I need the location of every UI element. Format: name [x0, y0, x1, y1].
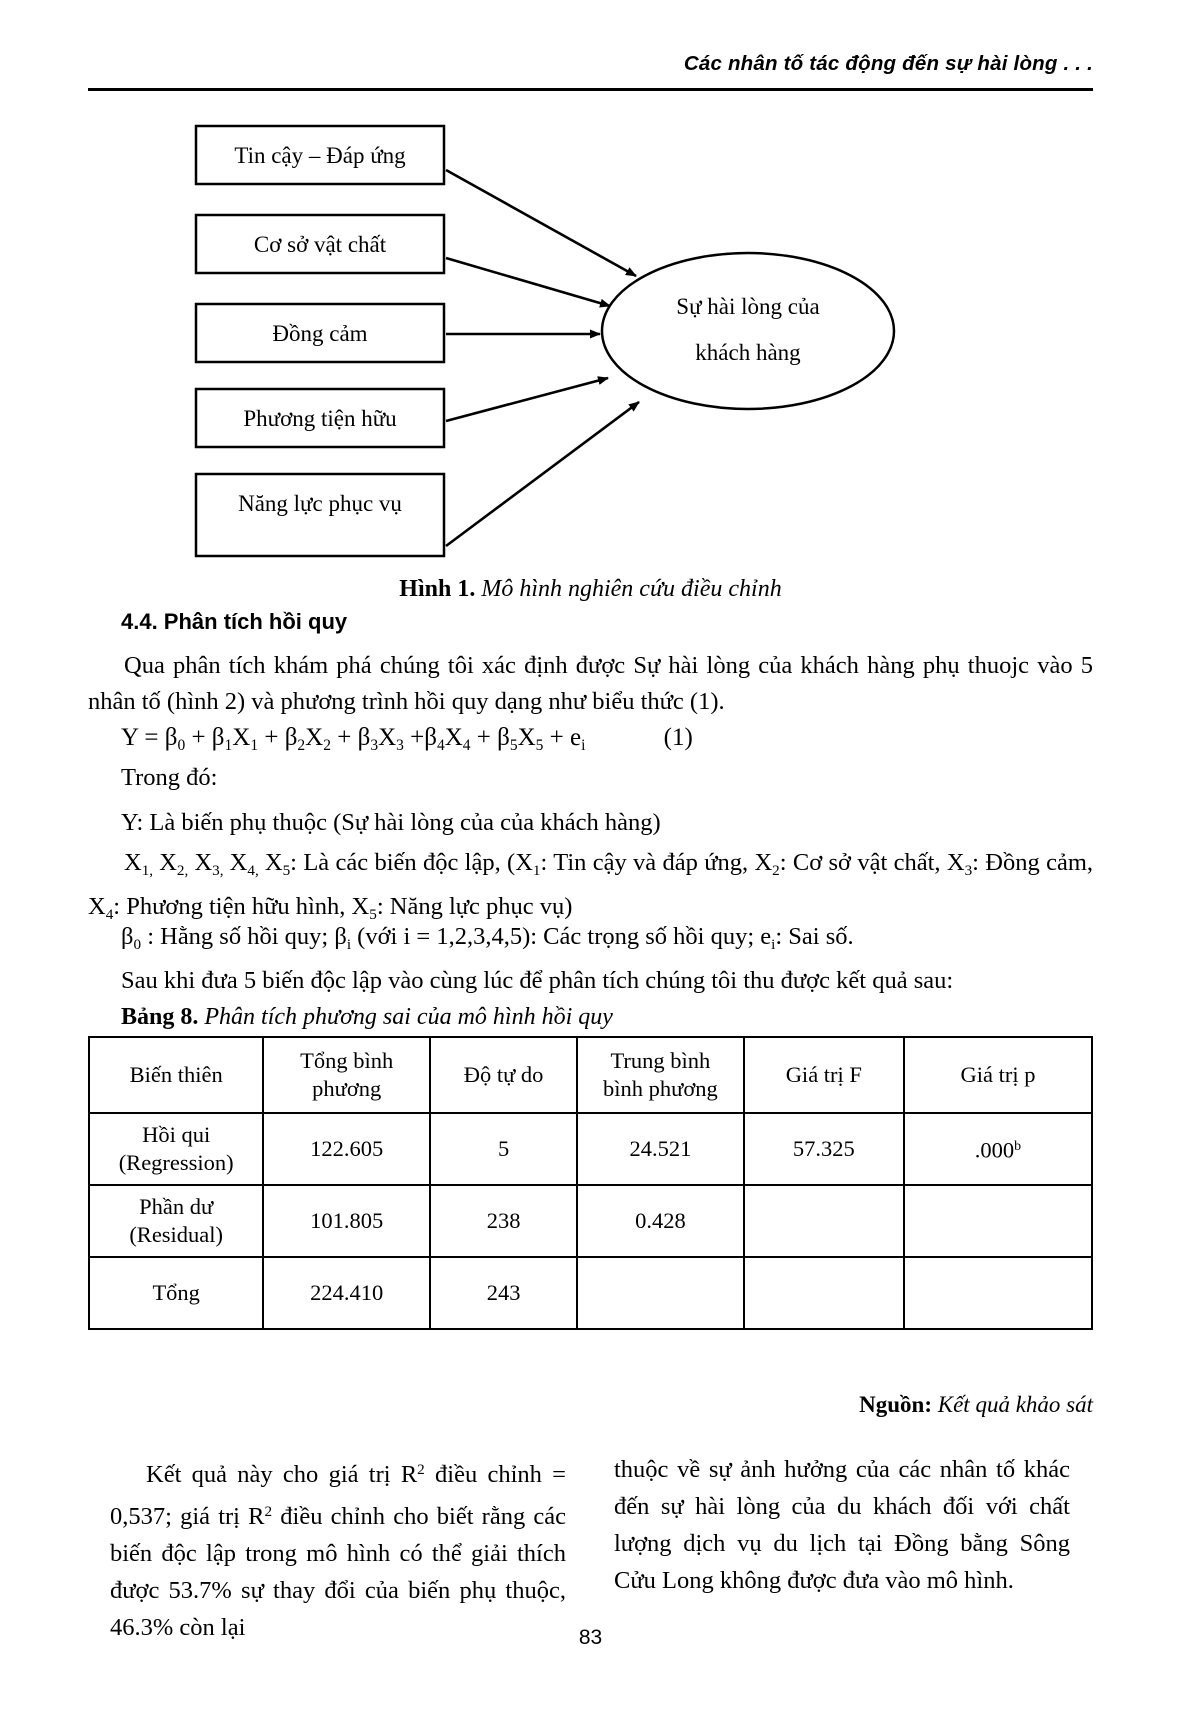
- x-def-1: : Tin cậy và đáp ứng, X: [540, 849, 773, 876]
- diagram-box-3-label: Đồng cảm: [272, 321, 367, 346]
- cell-p-superscript: b: [1014, 1139, 1022, 1155]
- table-header-gia-tri-p: Giá trị p: [902, 1036, 1094, 1114]
- table-header-trung-binh-binh-phuong: Trung bình bình phương: [576, 1036, 745, 1114]
- r-squared-exponent-2: 2: [264, 1502, 273, 1520]
- cell-p-residual: [902, 1184, 1094, 1258]
- cell-df-regression: 5: [429, 1112, 579, 1186]
- body-column-left: Kết quả này cho giá trị R2 điều chỉnh = …: [110, 1451, 566, 1646]
- cell-f-regression: 57.325: [742, 1112, 905, 1186]
- diagram-arrow-2: [445, 256, 611, 308]
- table-title: Bảng 8. Phân tích phương sai của mô hình…: [121, 1004, 613, 1031]
- diagram-box-2: Cơ sở vật chất: [194, 213, 446, 275]
- table-title-label: Bảng 8.: [121, 1004, 199, 1030]
- cell-df-total: 243: [429, 1256, 579, 1330]
- diagram-outcome-ellipse: Sự hài lòng của khách hàng: [600, 251, 896, 411]
- table-row: Tổng 224.410 243: [87, 1256, 1094, 1330]
- row-label-line2: (Regression): [118, 1150, 234, 1175]
- document-page: Các nhân tố tác động đến sự hài lòng . .…: [0, 0, 1181, 1712]
- cell-ss-total: 224.410: [262, 1256, 432, 1330]
- row-label-regression: Hồi qui (Regression): [87, 1112, 265, 1186]
- row-label-line1: Tổng: [152, 1280, 200, 1305]
- diagram-box-4: Phương tiện hữu: [194, 387, 446, 449]
- diagram-arrow-4: [445, 376, 609, 423]
- cell-ms-residual: 0.428: [576, 1184, 745, 1258]
- page-number: 83: [578, 1626, 603, 1649]
- beta-def-a: : Hằng số hồi quy; β: [141, 923, 347, 950]
- diagram-box-1-label: Tin cậy – Đáp ứng: [234, 143, 406, 168]
- paragraph-trong-do: Trong đó:: [121, 764, 218, 791]
- x-def-5: : Năng lực phục vụ): [376, 892, 573, 920]
- cell-p-total: [902, 1256, 1094, 1330]
- figure-caption-label: Hình 1.: [399, 576, 476, 602]
- diagram-arrow-1: [445, 168, 637, 278]
- beta-def-b: (với i = 1,2,3,4,5): Các trọng số hồi qu…: [351, 923, 772, 950]
- row-label-line1: Phần dư: [139, 1194, 214, 1219]
- cell-df-residual: 238: [429, 1184, 579, 1258]
- row-label-residual: Phần dư (Residual): [87, 1184, 265, 1258]
- body-column-right: thuộc về sự ảnh hưởng của các nhân tố kh…: [614, 1456, 1070, 1594]
- table-header-gia-tri-f: Giá trị F: [742, 1036, 905, 1114]
- table-source-note: Nguồn: Kết quả khảo sát: [88, 1392, 1093, 1418]
- diagram-box-2-label: Cơ sở vật chất: [254, 232, 387, 257]
- table-header-bien-thien: Biến thiên: [87, 1036, 265, 1114]
- table-title-text: Phân tích phương sai của mô hình hồi quy: [204, 1004, 613, 1030]
- cell-f-residual: [742, 1184, 905, 1258]
- table-row: Hồi qui (Regression) 122.605 5 24.521 57…: [87, 1112, 1094, 1186]
- row-label-line1: Hồi qui: [142, 1122, 211, 1147]
- cell-p-value: .000: [974, 1137, 1015, 1163]
- row-label-total: Tổng: [87, 1256, 265, 1330]
- running-header: Các nhân tố tác động đến sự hài lòng . .…: [683, 52, 1093, 75]
- paragraph-intro: Qua phân tích khám phá chúng tôi xác địn…: [88, 652, 1093, 715]
- diagram-box-3: Đồng cảm: [194, 302, 446, 364]
- diagram-arrow-5: [445, 400, 640, 548]
- outcome-label-line2: khách hàng: [695, 340, 801, 365]
- paragraph-beta-definitions: β0 : Hằng số hồi quy; βi (với i = 1,2,3,…: [121, 923, 854, 953]
- research-model-diagram: Tin cậy – Đáp ứng Cơ sở vật chất Đồng cả…: [88, 108, 1093, 578]
- header-rule: [88, 88, 1093, 91]
- x-def-2: : Cơ sở vật chất, X: [779, 849, 965, 876]
- table-source-text: Kết quả khảo sát: [937, 1392, 1093, 1417]
- cell-ss-regression: 122.605: [262, 1112, 432, 1186]
- equation-number: (1): [663, 724, 693, 751]
- paragraph-y-definition: Y: Là biến phụ thuộc (Sự hài lòng của củ…: [121, 809, 661, 836]
- table-source-label: Nguồn:: [859, 1392, 932, 1417]
- diagram-box-5-label: Năng lực phục vụ: [238, 491, 402, 516]
- anova-table: Biến thiên Tổng bình phương Độ tự do Tru…: [87, 1036, 1094, 1330]
- regression-equation: Y = β0 + β1X1 + β2X2 + β3X3 +β4X4 + β5X5…: [121, 720, 1081, 764]
- cell-ss-residual: 101.805: [262, 1184, 432, 1258]
- cell-p-regression: .000b: [902, 1112, 1094, 1186]
- cell-ms-regression: 24.521: [576, 1112, 745, 1186]
- diagram-box-5: Năng lực phục vụ: [194, 472, 446, 558]
- figure-caption: Hình 1. Mô hình nghiên cứu điều chỉnh: [88, 576, 1093, 603]
- figure-caption-text: Mô hình nghiên cứu điều chỉnh: [481, 576, 782, 602]
- equation-expression: Y = β0 + β1X1 + β2X2 + β3X3 +β4X4 + β5X5…: [121, 724, 586, 754]
- table-row: Phần dư (Residual) 101.805 238 0.428: [87, 1184, 1094, 1258]
- diagram-box-1: Tin cậy – Đáp ứng: [194, 124, 446, 186]
- paragraph-sau-khi: Sau khi đưa 5 biến độc lập vào cùng lúc …: [121, 967, 954, 994]
- diagram-box-4-label: Phương tiện hữu: [243, 406, 397, 431]
- beta-def-c: : Sai số.: [775, 923, 854, 950]
- cell-f-total: [742, 1256, 905, 1330]
- section-heading: 4.4. Phân tích hồi quy: [121, 609, 348, 634]
- x-def-4: : Phương tiện hữu hình, X: [113, 892, 370, 920]
- left-text-a: Kết quả này cho giá trị R: [146, 1460, 418, 1488]
- table-header-do-tu-do: Độ tự do: [429, 1036, 579, 1114]
- outcome-label-line1: Sự hài lòng của: [676, 294, 819, 319]
- r-squared-exponent: 2: [417, 1461, 425, 1478]
- cell-ms-total: [576, 1256, 745, 1330]
- x-def-head: : Là các biến độc lập, (X: [290, 849, 533, 876]
- table-header-tong-binh-phuong: Tổng bình phương: [262, 1036, 432, 1114]
- two-column-body: Kết quả này cho giá trị R2 điều chỉnh = …: [110, 1451, 1070, 1646]
- table-header-row: Biến thiên Tổng bình phương Độ tự do Tru…: [87, 1036, 1094, 1114]
- row-label-line2: (Residual): [129, 1222, 224, 1247]
